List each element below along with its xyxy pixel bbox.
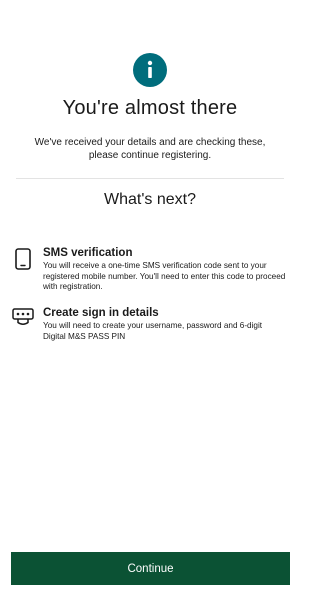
step-sms-verification: SMS verification You will receive a one-… xyxy=(10,246,286,293)
step-description: You will need to create your username, p… xyxy=(43,321,263,341)
page-subtitle: We've received your details and are chec… xyxy=(34,137,266,161)
step-create-sign-in: Create sign in details You will need to … xyxy=(10,306,286,342)
step-title: SMS verification xyxy=(43,247,133,259)
continue-button[interactable]: Continue xyxy=(11,552,290,585)
whats-next-heading: What's next? xyxy=(104,191,196,208)
step-description: You will receive a one-time SMS verifica… xyxy=(43,261,286,291)
step-title: Create sign in details xyxy=(43,307,159,319)
password-icon xyxy=(10,306,36,326)
smartphone-icon xyxy=(10,246,36,270)
registration-pending-screen: You're almost there We've received your … xyxy=(0,0,300,600)
divider xyxy=(16,178,284,179)
page-title: You're almost there xyxy=(62,97,238,119)
info-icon xyxy=(133,53,167,87)
